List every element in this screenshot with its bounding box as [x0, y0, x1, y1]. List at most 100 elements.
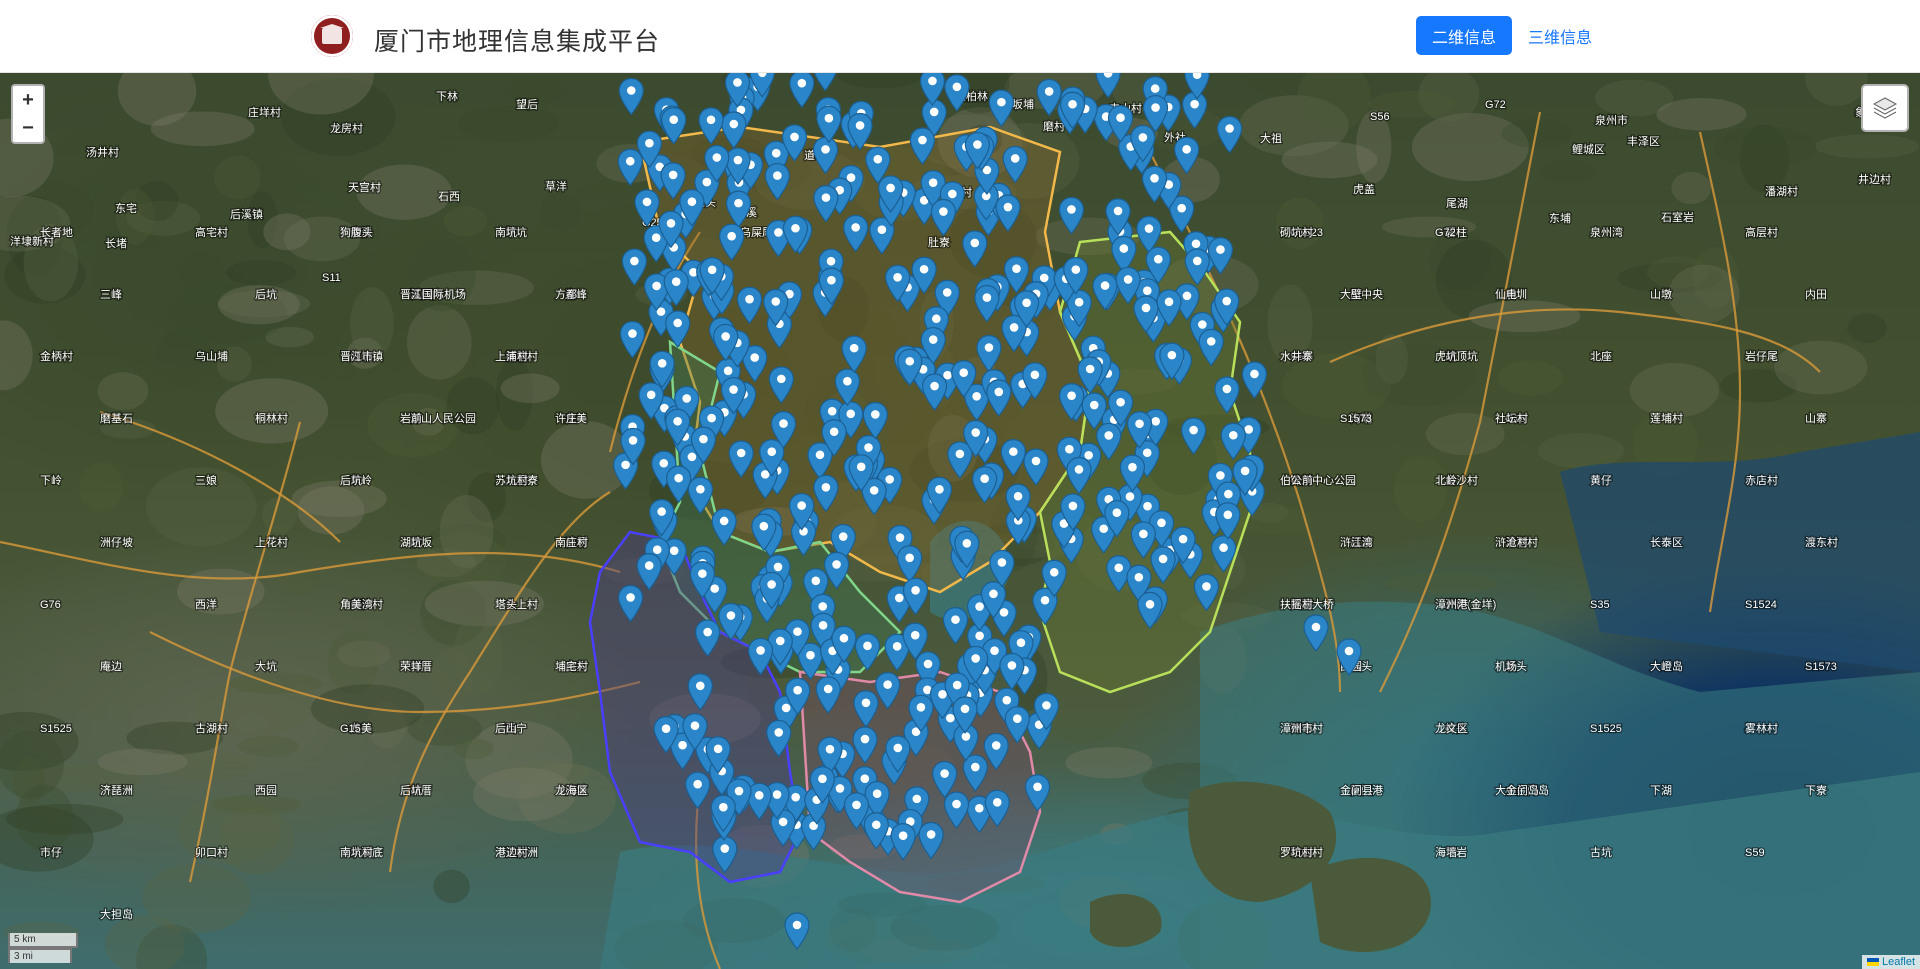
- place-label: 砌坑村: [1280, 225, 1313, 239]
- place-label: 高层村: [1745, 225, 1778, 239]
- terrain-patch: [454, 738, 494, 760]
- terrain-patch: [837, 72, 924, 89]
- terrain-patch: [1671, 171, 1712, 205]
- place-label: 漳州港: [1435, 597, 1468, 611]
- terrain-patch: [150, 111, 255, 147]
- place-label: G72: [1435, 227, 1456, 239]
- sea-area: [1560, 432, 1920, 672]
- place-label: 桐林村: [255, 411, 288, 425]
- place-label: 天宫村: [348, 180, 381, 194]
- place-label: 上浦村: [495, 349, 528, 363]
- poi-marker[interactable]: [942, 607, 969, 645]
- place-label: 黄仔: [1590, 473, 1612, 487]
- terrain-patch: [78, 462, 124, 512]
- place-label: S1573: [1340, 413, 1372, 425]
- terrain-patch: [1538, 433, 1625, 469]
- terrain-patch: [1814, 134, 1920, 159]
- satellite-basemap: 下林望后松柏林坂埔丰山村G72S56象浦村泉州市庄垟村龙房村磨村外社大祖汤井村鲤…: [0, 72, 1920, 969]
- scale-bar: 5 km 3 mi: [8, 933, 78, 963]
- place-label: 埔宅村: [555, 659, 588, 673]
- place-label: 浒沧村: [1495, 535, 1528, 549]
- attribution: Leaflet: [1861, 955, 1920, 969]
- place-label: 磨基石: [100, 412, 133, 425]
- place-label: 南庄村: [555, 535, 588, 549]
- terrain-patch: [215, 378, 329, 444]
- terrain-patch: [500, 373, 560, 404]
- place-label: 三峰: [100, 288, 122, 301]
- place-label: 长者地: [40, 226, 73, 239]
- place-label: 扶摇村: [1280, 597, 1313, 611]
- place-label: 雾林村: [1745, 721, 1778, 735]
- poi-marker[interactable]: [812, 72, 838, 92]
- place-label: 肚寮: [928, 235, 950, 249]
- place-label: G72: [1485, 99, 1506, 111]
- terrain-patch: [1275, 197, 1324, 250]
- place-label: 长泰区: [1650, 535, 1683, 549]
- terrain-patch: [142, 863, 251, 933]
- layers-control[interactable]: [1861, 84, 1909, 132]
- terrain-patch: [350, 287, 394, 360]
- place-label: S11: [322, 272, 341, 284]
- place-label: 古坑: [1590, 845, 1612, 859]
- terrain-patch: [439, 495, 494, 568]
- place-label: 赤店村: [1745, 473, 1778, 487]
- place-label: 后坑: [340, 473, 362, 487]
- place-label: 南坑村: [340, 845, 373, 859]
- place-label: 北岭: [1435, 473, 1457, 487]
- zoom-out-button[interactable]: −: [11, 114, 45, 144]
- terrain-patch: [444, 206, 488, 237]
- university-seal-logo: [311, 15, 353, 57]
- place-label: 下湖: [1650, 784, 1672, 797]
- place-label: 西园: [255, 784, 277, 797]
- place-label: 莲埔村: [1650, 411, 1683, 425]
- place-label: 后坑: [255, 287, 277, 301]
- place-label: 上花村: [255, 535, 288, 549]
- 3d-info-button[interactable]: 三维信息: [1524, 16, 1596, 55]
- place-label: 山墩: [1650, 287, 1672, 301]
- place-label: 内田: [1805, 287, 1827, 301]
- poi-marker[interactable]: [789, 72, 815, 108]
- place-label: 下岭: [40, 473, 62, 487]
- place-label: 方都: [555, 287, 577, 301]
- terrain-patch: [453, 615, 504, 695]
- place-label: 山寨: [1805, 411, 1827, 425]
- place-label: 漳州市: [1280, 721, 1313, 735]
- poi-marker[interactable]: [621, 248, 647, 286]
- scale-km: 5 km: [8, 933, 78, 948]
- place-label: 东埔: [1549, 212, 1571, 225]
- place-label: 市仔: [40, 845, 62, 859]
- terrain-patch: [433, 869, 470, 904]
- poi-marker[interactable]: [1216, 115, 1243, 154]
- terrain-patch: [1281, 353, 1392, 419]
- place-label: S35: [1590, 599, 1610, 611]
- poi-marker[interactable]: [618, 77, 644, 116]
- map-container[interactable]: 下林望后松柏林坂埔丰山村G72S56象浦村泉州市庄垟村龙房村磨村外社大祖汤井村鲤…: [0, 72, 1920, 969]
- place-label: 湖坑: [400, 535, 422, 549]
- terrain-patch: [225, 260, 297, 286]
- place-label: 大担岛: [100, 907, 133, 921]
- place-label: 高宅村: [195, 225, 228, 239]
- place-label: 渡东村: [1805, 535, 1838, 549]
- poi-marker[interactable]: [919, 72, 946, 106]
- terrain-patch: [1394, 455, 1448, 523]
- poi-marker[interactable]: [816, 105, 842, 143]
- terrain-patch: [218, 806, 295, 875]
- place-label: 石西: [438, 191, 460, 203]
- place-label: G15: [340, 723, 361, 735]
- terrain-patch: [214, 155, 261, 200]
- leaflet-link[interactable]: Leaflet: [1882, 956, 1915, 968]
- place-label: S59: [1745, 847, 1765, 859]
- place-label: 虎盖: [1353, 182, 1375, 196]
- place-label: S1573: [1805, 661, 1837, 673]
- place-label: 乌山埔: [195, 349, 228, 363]
- terrain-patch: [97, 748, 188, 776]
- place-label: 苏坑村: [495, 473, 528, 487]
- place-label: 鲤城区: [1572, 142, 1605, 156]
- place-label: 浒江湾: [1340, 535, 1373, 549]
- terrain-patch: [1656, 98, 1747, 131]
- 2d-info-button[interactable]: 二维信息: [1416, 16, 1512, 55]
- place-label: 泉州市: [1595, 113, 1628, 127]
- zoom-in-button[interactable]: +: [11, 84, 45, 115]
- poi-marker[interactable]: [1241, 361, 1268, 399]
- place-label: 庄垟村: [248, 105, 281, 119]
